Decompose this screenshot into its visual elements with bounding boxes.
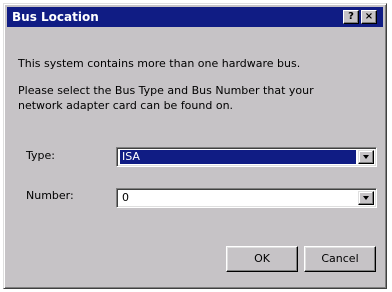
cancel-button[interactable]: Cancel [304, 246, 376, 272]
number-label: Number: [26, 189, 74, 202]
number-dropdown-value: 0 [122, 191, 129, 204]
question-mark-icon: ? [348, 11, 354, 22]
type-dropdown[interactable]: ISA [116, 147, 377, 167]
dialog-title: Bus Location [12, 10, 99, 24]
chevron-down-icon [363, 196, 369, 200]
info-text-line-1: This system contains more than one hardw… [18, 57, 301, 70]
number-dropdown[interactable]: 0 [116, 188, 377, 208]
chevron-down-icon [363, 155, 369, 159]
close-icon: × [364, 11, 374, 22]
number-dropdown-button[interactable] [358, 191, 374, 205]
ok-button[interactable]: OK [226, 246, 298, 272]
close-button[interactable]: × [361, 10, 377, 24]
help-button[interactable]: ? [343, 10, 359, 24]
title-bar[interactable]: Bus Location ? × [7, 7, 383, 27]
type-label: Type: [26, 149, 55, 162]
bus-location-dialog: Bus Location ? × This system contains mo… [3, 3, 387, 289]
type-dropdown-value: ISA [120, 150, 356, 164]
info-text-line-2: Please select the Bus Type and Bus Numbe… [18, 84, 314, 97]
type-dropdown-button[interactable] [358, 150, 374, 164]
info-text-line-3: network adapter card can be found on. [18, 99, 234, 112]
